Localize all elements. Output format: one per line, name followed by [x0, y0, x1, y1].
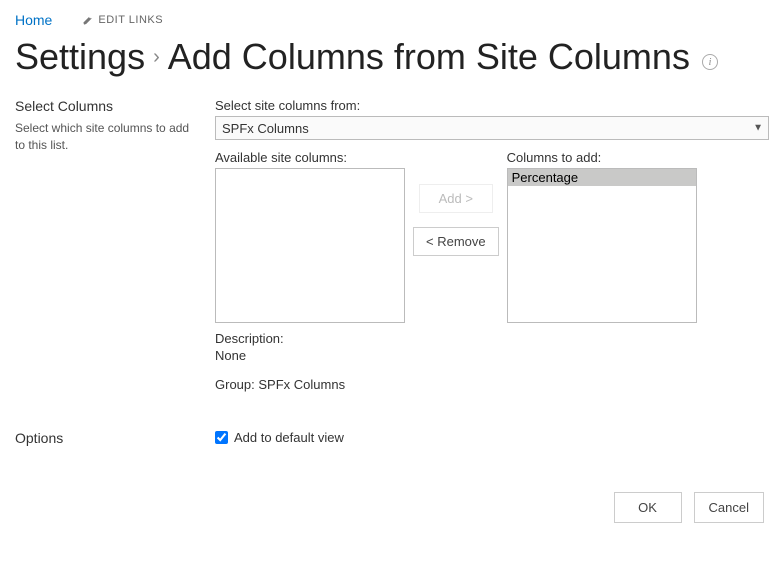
ok-button[interactable]: OK — [614, 492, 682, 523]
columns-to-add-listbox[interactable]: Percentage — [507, 168, 697, 323]
info-icon[interactable]: i — [702, 54, 718, 70]
edit-links-button[interactable]: EDIT LINKS — [82, 14, 163, 26]
select-from-label: Select site columns from: — [215, 98, 769, 113]
remove-button[interactable]: < Remove — [413, 227, 499, 256]
available-columns-label: Available site columns: — [215, 150, 405, 165]
add-button[interactable]: Add > — [419, 184, 493, 213]
columns-to-add-label: Columns to add: — [507, 150, 697, 165]
add-default-view-label: Add to default view — [234, 430, 344, 445]
list-item[interactable]: Percentage — [508, 169, 696, 186]
select-columns-desc: Select which site columns to add to this… — [15, 120, 195, 154]
options-heading: Options — [15, 430, 195, 446]
available-columns-listbox[interactable] — [215, 168, 405, 323]
cancel-button[interactable]: Cancel — [694, 492, 764, 523]
breadcrumb-settings[interactable]: Settings — [15, 36, 145, 78]
group-label: Group: — [215, 377, 255, 392]
description-value: None — [215, 348, 769, 363]
description-label: Description: — [215, 331, 769, 346]
home-link[interactable]: Home — [15, 12, 52, 28]
edit-links-label: EDIT LINKS — [98, 14, 163, 26]
group-value: SPFx Columns — [258, 377, 345, 392]
page-title-text: Add Columns from Site Columns — [168, 36, 690, 78]
add-default-view-checkbox[interactable] — [215, 431, 228, 444]
site-columns-group-select[interactable]: SPFx Columns — [215, 116, 769, 140]
select-columns-heading: Select Columns — [15, 98, 195, 114]
page-title: Settings › Add Columns from Site Columns… — [0, 36, 784, 98]
chevron-right-icon: › — [153, 46, 160, 69]
add-default-view-row[interactable]: Add to default view — [215, 430, 769, 445]
pencil-icon — [82, 15, 93, 26]
